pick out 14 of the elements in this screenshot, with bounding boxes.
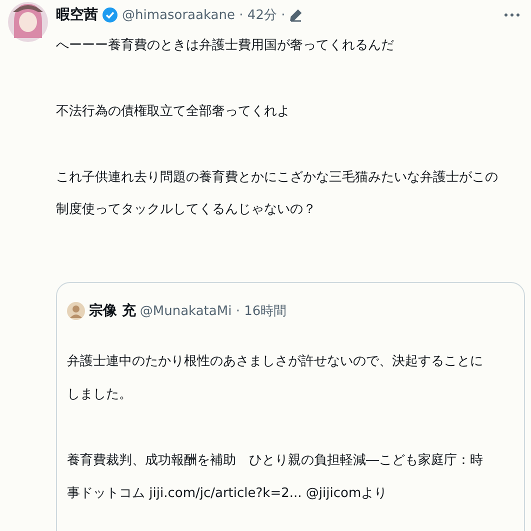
more-icon[interactable] <box>503 12 521 18</box>
pencil-icon <box>289 8 304 22</box>
post-text: へーーー養育費のときは弁護士費用国が奢ってくれるんだ <box>56 36 395 55</box>
handle-and-time: @himasoraakane · 42分 · <box>122 7 286 24</box>
quoted-post-card[interactable]: 宗像 充 @MunakataMi · 16時間 弁護士連中のたかり根性のあさましさが許せないので、決起することに しました。 養育費裁判、成功報酬を補助 ひとり親の負担軽減―こども家庭庁：時 事ドットコム jiji.com/jc/article?k=2... @jijicomより <box>56 282 525 531</box>
post-text: 不法行為の債権取立て全部奢ってくれよ <box>56 103 291 121</box>
post-text: 弁護士連中のたかり根性のあさましさが許せないので、決起することに しました。 <box>67 353 484 404</box>
handle-and-time: @MunakataMi · 16時間 <box>140 303 287 320</box>
post-text: これ子供連れ去り問題の養育費とかにこざかな三毛猫みたいな弁護士がこの 制度使ってタックルしてくるんじゃないの？ <box>56 168 499 219</box>
author-name[interactable]: 暇空茜 <box>56 6 98 24</box>
author-name[interactable]: 宗像 充 <box>89 302 136 320</box>
avatar[interactable] <box>8 0 48 44</box>
post-text: 養育費裁判、成功報酬を補助 ひとり親の負担軽減―こども家庭庁：時 事ドットコム jiji.com/jc/article?k=2... @jijicomより <box>67 452 484 503</box>
avatar <box>67 302 85 320</box>
